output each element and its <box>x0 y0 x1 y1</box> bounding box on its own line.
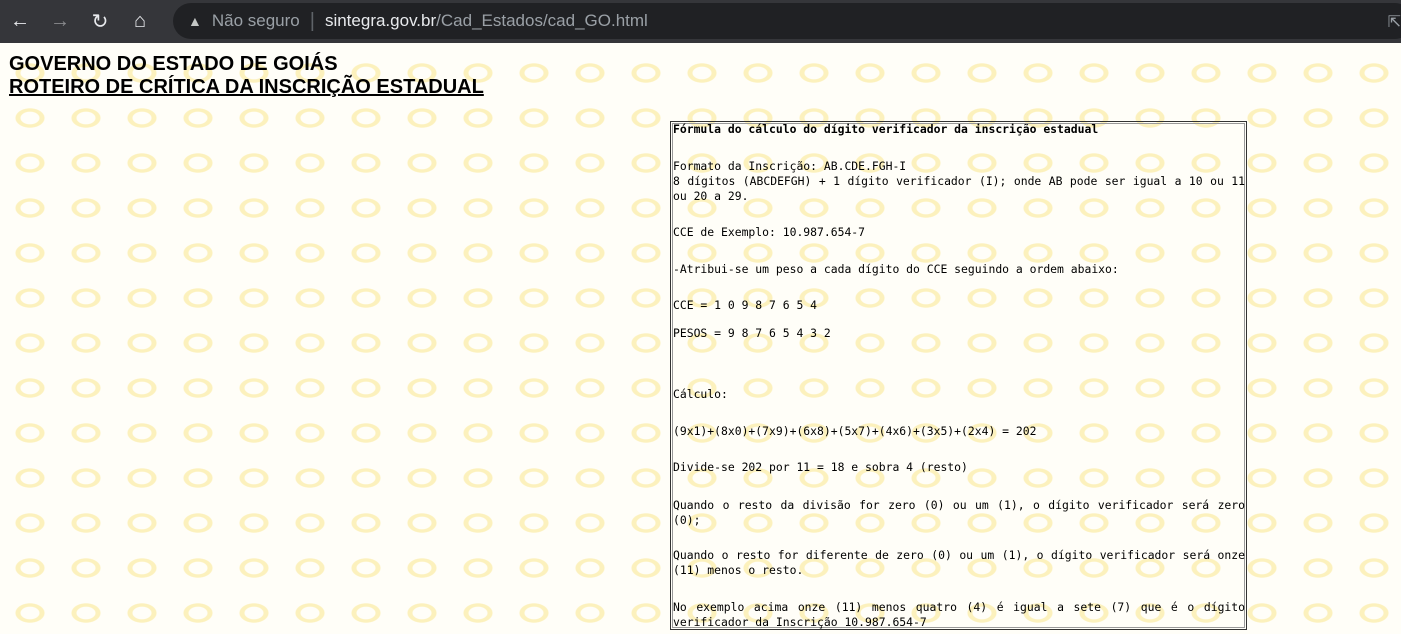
divider: | <box>309 9 315 32</box>
rule-zero-one: Quando o resto da divisão for zero (0) o… <box>673 498 1245 527</box>
calc-label: Cálculo: <box>673 387 728 401</box>
browser-toolbar: ← → ↻ ⌂ ▲ Não seguro | sintegra.gov.br/C… <box>0 0 1401 43</box>
formula-box: Fórmula do cálculo do dígito verificador… <box>670 121 1247 630</box>
address-bar[interactable]: ▲ Não seguro | sintegra.gov.br/Cad_Estad… <box>173 3 1401 39</box>
warning-icon[interactable]: ▲ <box>188 13 202 29</box>
url-path[interactable]: /Cad_Estados/cad_GO.html <box>436 11 648 31</box>
page-subtitle: ROTEIRO DE CRÍTICA DA INSCRIÇÃO ESTADUAL <box>9 76 484 98</box>
example-text: CCE de Exemplo: 10.987.654-7 <box>673 225 866 239</box>
formula-heading: Fórmula do cálculo do dígito verificador… <box>673 122 1099 136</box>
rule-other: Quando o resto for diferente de zero (0)… <box>673 548 1245 577</box>
share-icon[interactable]: ⇱ <box>1388 12 1401 32</box>
forward-button[interactable]: → <box>40 10 80 33</box>
reload-button[interactable]: ↻ <box>80 9 120 34</box>
format-text: Formato da Inscrição: AB.CDE.FGH-I <box>673 159 907 173</box>
digits-text: 8 dígitos (ABCDEFGH) + 1 dígito verifica… <box>673 174 1245 203</box>
weights-intro: -Atribui-se um peso a cada dígito do CCE… <box>673 262 1119 276</box>
divide-text: Divide-se 202 por 11 = 18 e sobra 4 (res… <box>673 460 968 474</box>
weights: PESOS = 9 8 7 6 5 4 3 2 <box>673 326 831 340</box>
home-button[interactable]: ⌂ <box>120 10 160 33</box>
security-label[interactable]: Não seguro <box>212 11 300 31</box>
page-title: GOVERNO DO ESTADO DE GOIÁS <box>9 53 338 75</box>
url-host[interactable]: sintegra.gov.br <box>325 11 436 31</box>
conclusion: No exemplo acima onze (11) menos quatro … <box>673 600 1245 629</box>
calc-expression: (9x1)+(8x0)+(7x9)+(6x8)+(5x7)+(4x6)+(3x5… <box>673 424 1037 438</box>
back-button[interactable]: ← <box>0 10 40 33</box>
page-content: GOVERNO DO ESTADO DE GOIÁS ROTEIRO DE CR… <box>0 43 1401 634</box>
cce-digits: CCE = 1 0 9 8 7 6 5 4 <box>673 298 818 312</box>
